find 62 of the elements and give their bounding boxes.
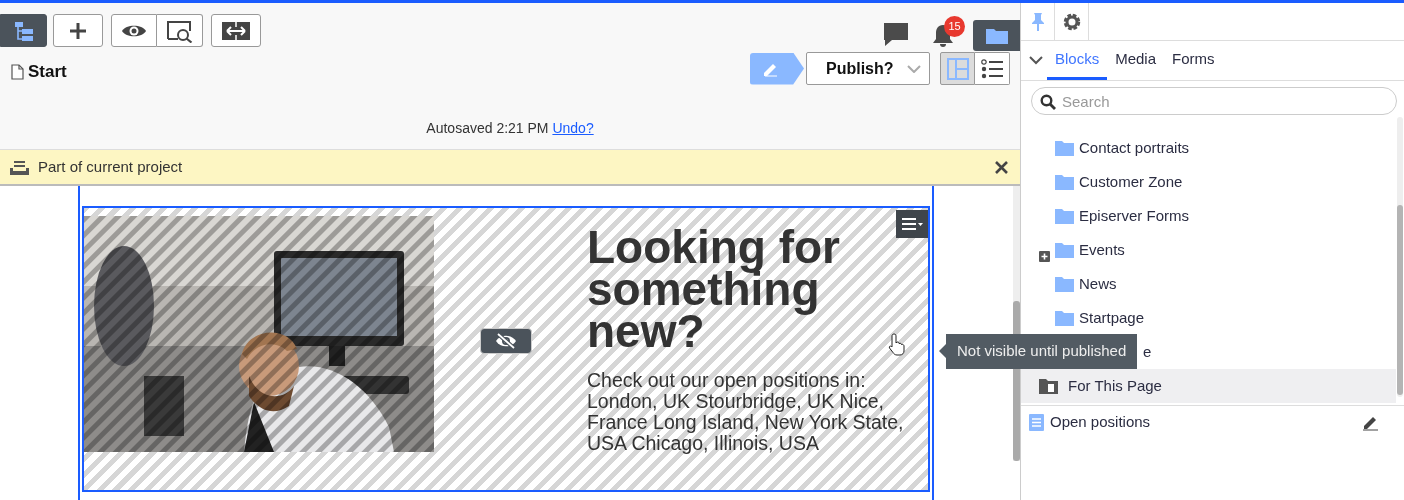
publish-dropdown[interactable]: Publish? [806,52,930,85]
autosave-status: Autosaved 2:21 PM [426,120,549,136]
tree-item[interactable]: Contact portraits [1021,131,1396,165]
folder-icon [1055,276,1074,292]
eye-slash-icon [495,333,517,349]
hand-cursor-icon [888,332,906,356]
tree-item[interactable]: Episerver Forms [1021,199,1396,233]
block-heading: Looking for something new? [587,226,841,352]
notice-text: Part of current project [38,156,183,177]
pin-icon [1030,11,1045,32]
screen-search-icon [165,18,194,43]
folder-icon [1055,174,1074,190]
chevron-down-icon [907,64,921,73]
scrollbar-thumb[interactable] [1397,205,1403,395]
tree-item[interactable]: Events [1021,233,1396,267]
add-button[interactable] [53,14,103,47]
tree-item[interactable]: News [1021,267,1396,301]
tree-item[interactable]: Customer Zone [1021,165,1396,199]
close-button[interactable] [995,160,1008,174]
pencil-icon[interactable] [1362,414,1379,431]
plus-icon [68,20,88,41]
comment-icon[interactable] [883,22,909,47]
page-title: Start [28,61,67,84]
list-icon [981,58,1003,79]
folder-icon [1055,140,1074,156]
resize-button[interactable] [211,14,261,47]
folder-icon [1055,208,1074,224]
document-icon [1029,414,1044,431]
expand-icon[interactable] [1039,251,1050,263]
folder-icon [1055,310,1074,326]
tree-toggle-button[interactable] [0,14,47,47]
tree-icon [12,20,35,41]
chevron-down-icon[interactable] [1029,56,1043,65]
search-icon [1040,94,1056,110]
folder-icon [1055,242,1074,258]
close-icon [995,160,1008,174]
folder-icon [1039,378,1058,394]
project-icon [10,159,29,175]
layout-icon [946,57,969,80]
preview-button[interactable] [111,14,157,47]
notification-count: 15 [944,16,965,37]
content-block[interactable]: Looking for something new? Check out our open positions in: London, UK Stourbridge, UK Nice, France Long Island, New York State, USA Chicago, Illinois, USA [82,206,930,492]
folder-button[interactable] [973,20,1020,51]
panel-tab[interactable]: Media [1107,41,1165,80]
gear-icon [1061,11,1082,32]
list-view-button[interactable] [975,52,1010,85]
tooltip: Not visible until published [939,334,1138,369]
arrows-icon [222,21,250,40]
folder-icon [985,27,1008,44]
block-menu-button[interactable] [896,210,928,238]
tree-item[interactable]: Startpage [1021,301,1396,335]
block-text: Check out our open positions in: London, UK Stourbridge, UK Nice, France Long Island, New York State, USA Chicago, Illinois, USA [587,370,905,454]
search-field[interactable]: Search [1031,87,1397,115]
block-item[interactable]: Open positions [1021,405,1404,439]
hidden-toggle-button[interactable] [480,328,532,354]
page-icon [11,64,24,80]
tree-item[interactable]: For This Page [1021,369,1396,403]
panel-tab[interactable]: Forms [1164,41,1223,80]
undo-link[interactable]: Undo? [552,120,594,136]
panel-tab[interactable]: Blocks [1047,41,1108,80]
compare-button[interactable] [157,14,203,47]
menu-icon [901,217,923,231]
